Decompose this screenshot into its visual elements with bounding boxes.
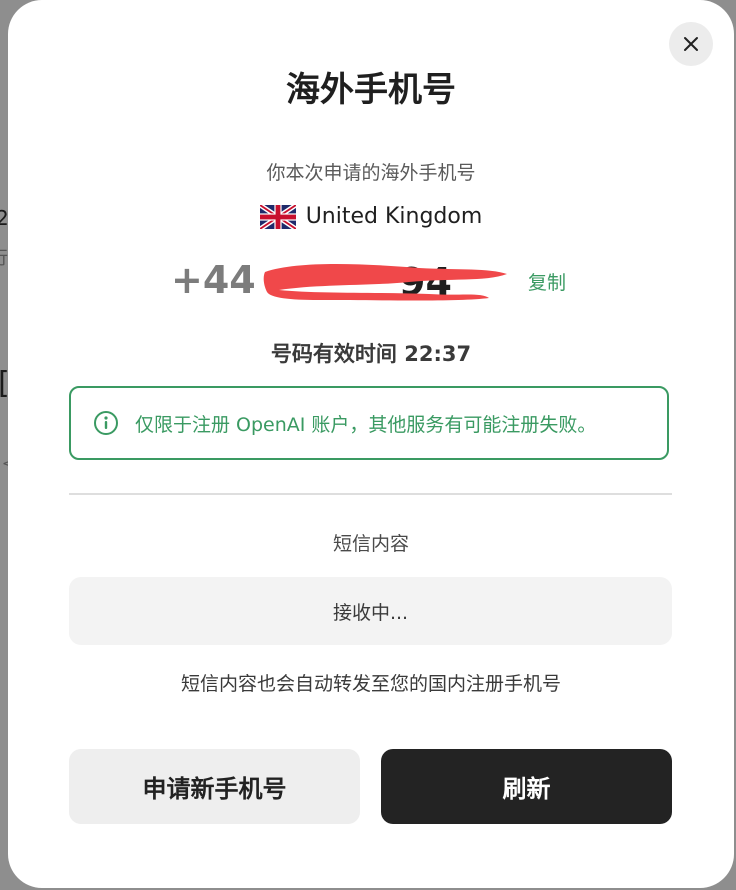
close-button[interactable] <box>669 22 713 66</box>
refresh-button[interactable]: 刷新 <box>381 749 672 824</box>
overseas-phone-dialog: 海外手机号 你本次申请的海外手机号 United Kingdom +44 94 … <box>8 0 734 888</box>
country-name: United Kingdom <box>305 204 483 229</box>
request-new-number-button[interactable]: 申请新手机号 <box>69 749 360 824</box>
info-icon <box>94 411 118 435</box>
sms-content-box: 接收中... <box>69 577 672 645</box>
validity-time: 号码有效时间 22:37 <box>270 342 472 366</box>
sms-status: 接收中... <box>332 601 409 624</box>
phone-redacted-digits: 94 <box>259 258 519 310</box>
phone-prefix: +44 <box>171 258 256 302</box>
redaction-scribble <box>263 264 507 301</box>
phone-subtitle: 你本次申请的海外手机号 <box>266 162 476 184</box>
sms-content-label: 短信内容 <box>332 533 409 555</box>
country-row: United Kingdom <box>8 204 734 229</box>
usage-notice: 仅限于注册 OpenAI 账户，其他服务有可能注册失败。 <box>69 386 669 460</box>
background-fragment: 行 <box>0 244 8 270</box>
close-icon <box>684 37 698 51</box>
notice-text: 仅限于注册 OpenAI 账户，其他服务有可能注册失败。 <box>135 413 597 436</box>
uk-flag-icon <box>259 204 296 229</box>
divider <box>69 493 672 495</box>
dialog-title: 海外手机号 <box>286 70 456 110</box>
sms-forward-note: 短信内容也会自动转发至您的国内注册手机号 <box>180 673 561 695</box>
copy-button[interactable]: 复制 <box>528 268 566 295</box>
